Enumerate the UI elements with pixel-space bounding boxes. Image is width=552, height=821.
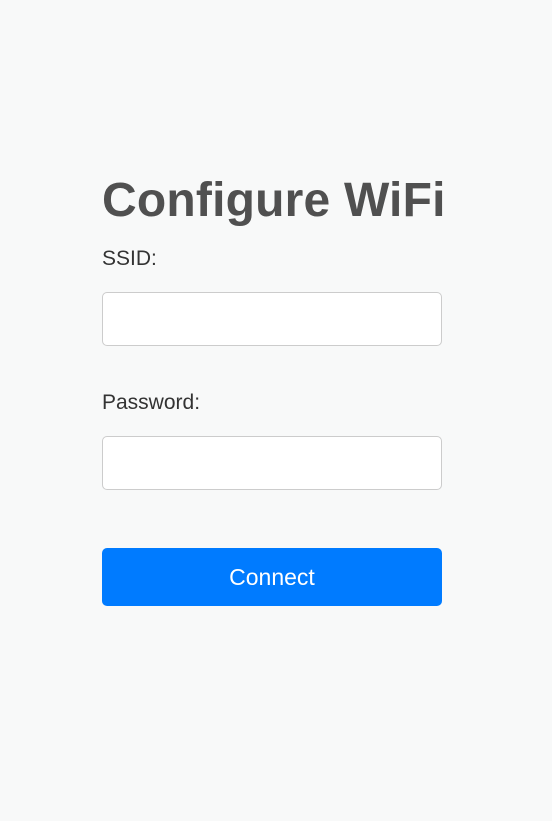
connect-button[interactable]: Connect: [102, 548, 442, 606]
page-title: Configure WiFi: [102, 174, 446, 227]
ssid-label: SSID:: [102, 247, 157, 270]
wifi-config-form: Configure WiFi SSID: Password: Connect: [102, 172, 446, 606]
password-label: Password:: [102, 391, 201, 414]
page: Configure WiFi SSID: Password: Connect: [0, 0, 552, 821]
password-input[interactable]: [102, 436, 442, 490]
ssid-input[interactable]: [102, 292, 442, 346]
